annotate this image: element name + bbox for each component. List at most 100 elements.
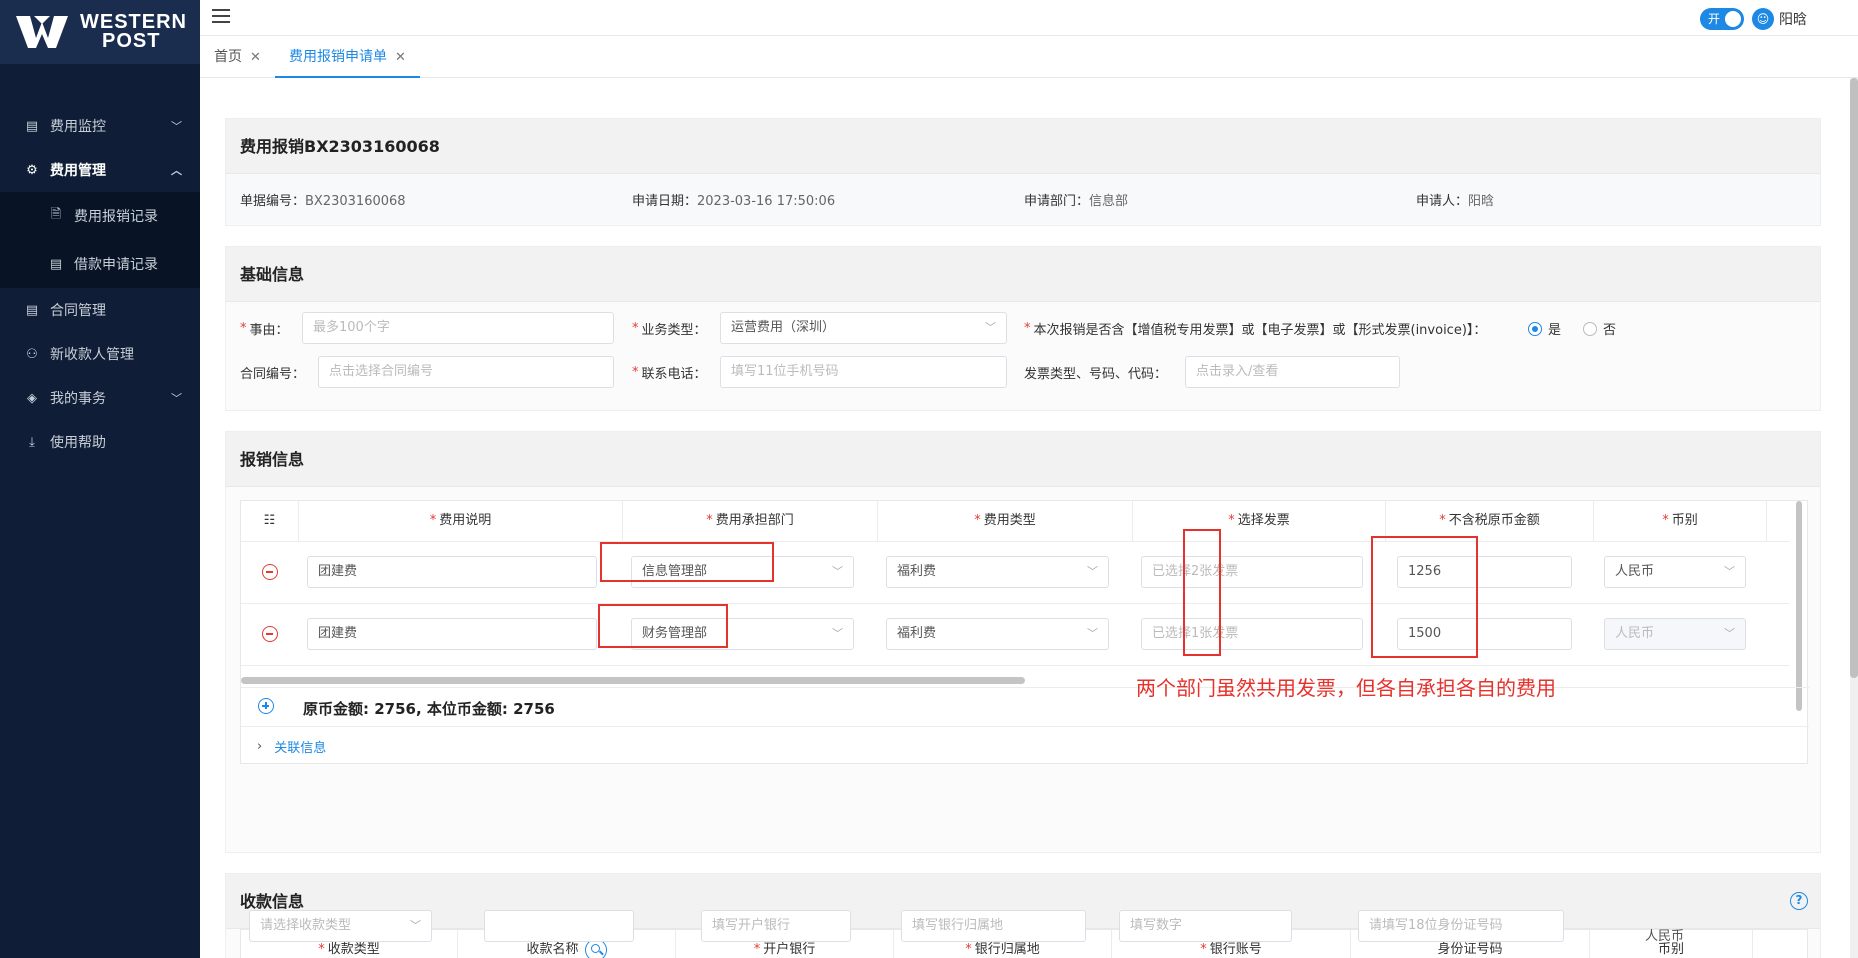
tab-bar: 首页 ✕ 费用报销申请单 ✕ xyxy=(200,36,1858,78)
sidebar-item-label: 费用报销记录 xyxy=(74,209,158,225)
western-post-logo-icon xyxy=(16,16,68,48)
sidebar-item-expense-management[interactable]: ⚙ 费用管理 ︿ xyxy=(0,148,200,192)
close-icon[interactable]: ✕ xyxy=(250,50,261,65)
col-header-desc: * 费用说明 xyxy=(299,501,623,541)
sidebar-item-payee-management[interactable]: ⚇ 新收款人管理 xyxy=(0,332,200,376)
sidebar: WESTERN POST ▤ 费用监控 ﹀ ⚙ 费用管理 ︿ 🗎 费用报销记录 … xyxy=(0,0,200,958)
phone-label: * 联系电话： xyxy=(632,365,707,382)
column-settings-icon[interactable]: ☷ xyxy=(241,501,299,541)
document-header-card: 费用报销BX2303160068 单据编号：BX2303160068 申请日期：… xyxy=(225,118,1821,226)
sidebar-item-help[interactable]: ⤓ 使用帮助 xyxy=(0,420,200,464)
expense-submenu: 🗎 费用报销记录 ▤ 借款申请记录 xyxy=(0,192,200,288)
page-scrollbar[interactable] xyxy=(1850,78,1858,958)
col-header-amount: * 不含税原币金额 xyxy=(1386,501,1594,541)
reason-input[interactable]: 最多100个字 xyxy=(302,312,614,344)
meta-department: 申请部门：信息部 xyxy=(1024,193,1129,209)
chevron-down-icon: ﹀ xyxy=(832,627,843,640)
desc-input[interactable]: 团建费 xyxy=(307,618,597,650)
top-header: 开 ☺ 阳晗 xyxy=(200,0,1858,36)
basic-info-card: 基础信息 * 事由： 最多100个字 * 业务类型： 运营费用（深圳） ﹀ * 本次报销… xyxy=(225,246,1821,411)
chevron-down-icon: ﹀ xyxy=(1724,627,1735,640)
chevron-down-icon: ﹀ xyxy=(171,392,182,405)
download-icon: ⤓ xyxy=(29,434,35,450)
remove-row-icon[interactable] xyxy=(262,564,278,580)
radio-unchecked-icon xyxy=(1583,321,1597,336)
sidebar-item-contract-management[interactable]: ▤ 合同管理 xyxy=(0,288,200,332)
mode-toggle[interactable]: 开 xyxy=(1700,8,1744,30)
invoice-yes-radio[interactable]: 是 xyxy=(1528,319,1561,338)
sidebar-item-label: 借款申请记录 xyxy=(74,257,158,273)
bank-input[interactable]: 填写开户银行 xyxy=(701,910,851,942)
brand-text: WESTERN POST xyxy=(80,11,187,52)
user-avatar-icon[interactable]: ☺ xyxy=(1752,8,1774,30)
sidebar-item-label: 我的事务 xyxy=(50,391,106,407)
currency-select-disabled: 人民币 ﹀ xyxy=(1604,618,1746,650)
col-header-invoice: * 选择发票 xyxy=(1133,501,1386,541)
chevron-down-icon: ﹀ xyxy=(171,120,182,133)
invoice-select[interactable]: 已选择1张发票 xyxy=(1141,618,1363,650)
chevron-down-icon: ﹀ xyxy=(832,565,843,578)
document-title: 费用报销BX2303160068 xyxy=(226,119,1820,174)
brand-logo[interactable]: WESTERN POST xyxy=(0,0,200,64)
payee-name-input[interactable] xyxy=(484,910,634,942)
chevron-down-icon: ﹀ xyxy=(1724,565,1735,578)
basic-info-title: 基础信息 xyxy=(226,247,1820,302)
remove-row-icon[interactable] xyxy=(262,626,278,642)
invoice-type-label: 发票类型、号码、代码： xyxy=(1024,367,1168,382)
currency-select[interactable]: 人民币 ﹀ xyxy=(1604,556,1746,588)
meta-doc-no: 单据编号：BX2303160068 xyxy=(240,193,406,209)
sidebar-item-label: 费用监控 xyxy=(50,119,106,135)
reason-label: * 事由： xyxy=(240,321,289,338)
invoice-question: * 本次报销是否含【增值税专用发票】或【电子发票】或【形式发票(invoice)】… xyxy=(1024,321,1487,338)
help-icon[interactable]: ? xyxy=(1790,892,1808,910)
close-icon[interactable]: ✕ xyxy=(395,50,406,65)
sidebar-item-label: 费用管理 xyxy=(50,163,106,179)
phone-input[interactable]: 填写11位手机号码 xyxy=(720,356,1007,388)
main-content: 费用报销BX2303160068 单据编号：BX2303160068 申请日期：… xyxy=(200,78,1858,958)
gear-icon: ⚙ xyxy=(26,162,38,178)
tab-reimbursement-form[interactable]: 费用报销申请单 ✕ xyxy=(275,36,420,78)
tag-icon: ◈ xyxy=(27,390,37,406)
type-select[interactable]: 福利费 ﹀ xyxy=(886,556,1109,588)
invoice-type-input[interactable]: 点击录入/查看 xyxy=(1185,356,1400,388)
invoice-no-radio[interactable]: 否 xyxy=(1583,319,1616,338)
chevron-down-icon: ﹀ xyxy=(410,919,421,932)
table-vertical-scrollbar[interactable] xyxy=(1796,501,1802,711)
id-input[interactable]: 请填写18位身份证号码 xyxy=(1358,910,1564,942)
type-select[interactable]: 福利费 ﹀ xyxy=(886,618,1109,650)
payee-type-select[interactable]: 请选择收款类型 ﹀ xyxy=(249,910,432,942)
chevron-down-icon: ﹀ xyxy=(1087,565,1098,578)
meta-apply-date: 申请日期：2023-03-16 17:50:06 xyxy=(632,193,836,209)
document-icon: 🗎 xyxy=(50,207,62,222)
add-row-icon[interactable] xyxy=(258,698,274,714)
menu-collapse-icon[interactable] xyxy=(212,9,230,25)
table-horizontal-scrollbar[interactable] xyxy=(241,677,1025,684)
annotation-box-dept-1 xyxy=(600,542,774,582)
tab-home[interactable]: 首页 ✕ xyxy=(200,36,275,78)
user-plus-icon: ⚇ xyxy=(26,346,38,362)
biz-type-label: * 业务类型： xyxy=(632,321,707,338)
sidebar-item-expense-monitor[interactable]: ▤ 费用监控 ﹀ xyxy=(0,104,200,148)
chevron-right-icon: › xyxy=(257,739,263,754)
chevron-up-icon: ︿ xyxy=(171,164,182,177)
related-info-toggle[interactable]: › 关联信息 xyxy=(257,737,326,756)
clipboard-icon: ▤ xyxy=(25,118,39,134)
reimbursement-info-card: 报销信息 ☷ * 费用说明 * 费用承担部门 * 费用类型 * 选择发票 * 不含税原币金… xyxy=(225,431,1821,853)
sidebar-item-loan-records[interactable]: ▤ 借款申请记录 xyxy=(0,240,200,288)
biz-type-select[interactable]: 运营费用（深圳） ﹀ xyxy=(720,312,1007,344)
sidebar-item-reimbursement-records[interactable]: 🗎 费用报销记录 xyxy=(0,192,200,240)
payee-currency: 人民币 xyxy=(1645,929,1685,944)
reimbursement-info-title: 报销信息 xyxy=(226,432,1820,487)
account-input[interactable]: 填写数字 xyxy=(1119,910,1292,942)
contract-input[interactable]: 点击选择合同编号 xyxy=(318,356,614,388)
user-name[interactable]: 阳晗 xyxy=(1779,9,1807,29)
document-meta-row: 单据编号：BX2303160068 申请日期：2023-03-16 17:50:… xyxy=(226,174,1820,224)
reimbursement-table: ☷ * 费用说明 * 费用承担部门 * 费用类型 * 选择发票 * 不含税原币金额 * 币别… xyxy=(240,500,1809,764)
sidebar-item-my-tasks[interactable]: ◈ 我的事务 ﹀ xyxy=(0,376,200,420)
desc-input[interactable]: 团建费 xyxy=(307,556,597,588)
total-amount: 原币金额: 2756, 本位币金额: 2756 xyxy=(303,700,555,718)
bank-location-input[interactable]: 填写银行归属地 xyxy=(901,910,1086,942)
col-header-dept: * 费用承担部门 xyxy=(623,501,878,541)
invoice-select[interactable]: 已选择2张发票 xyxy=(1141,556,1363,588)
chevron-down-icon: ﹀ xyxy=(1087,627,1098,640)
